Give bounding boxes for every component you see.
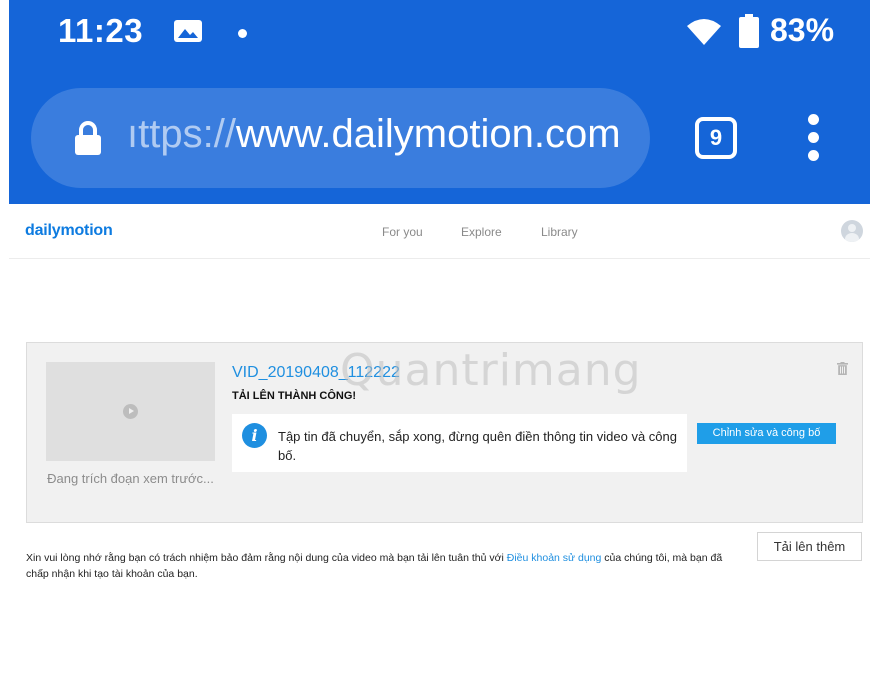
tab-switcher-button[interactable]: 9 (695, 117, 737, 159)
play-placeholder-icon (123, 404, 138, 419)
info-box: i Tập tin đã chuyển, sắp xong, đừng quên… (232, 414, 687, 472)
terms-of-use-link[interactable]: Điều khoản sử dụng (507, 552, 602, 564)
nav-for-you[interactable]: For you (382, 225, 423, 239)
overflow-menu-icon[interactable] (806, 114, 820, 162)
image-notification-icon (174, 20, 202, 42)
url-host: www.dailymotion.com (235, 112, 621, 156)
trash-icon[interactable] (837, 362, 848, 375)
address-bar[interactable]: ıttps://www.dailymotion.com (31, 88, 650, 188)
info-icon: i (242, 423, 267, 448)
status-time: 11:23 (58, 12, 144, 49)
edit-and-publish-button[interactable]: Chỉnh sửa và công bố (697, 423, 836, 444)
upload-status: TẢI LÊN THÀNH CÔNG! (232, 390, 357, 402)
url-scheme: ıttps:// (127, 112, 236, 156)
url-text[interactable]: ıttps://www.dailymotion.com (127, 112, 621, 157)
thumbnail-caption: Đang trích đoạn xem trước... (47, 471, 214, 486)
avatar[interactable] (841, 220, 863, 242)
browser-chrome: 11:23 83% ıttps://www.dailymotion.com 9 (9, 0, 870, 204)
watermark-logo: Quantrimang (340, 345, 642, 396)
web-page: dailymotion For you Explore Library Đang… (9, 204, 870, 679)
notification-dot-icon (238, 29, 247, 38)
lock-icon (75, 121, 101, 155)
status-bar: 11:23 83% (9, 0, 870, 70)
upload-more-button[interactable]: Tải lên thêm (757, 532, 862, 561)
battery-icon (739, 14, 759, 48)
nav-library[interactable]: Library (541, 225, 578, 239)
nav-explore[interactable]: Explore (461, 225, 502, 239)
info-message: Tập tin đã chuyển, sắp xong, đừng quên đ… (278, 429, 677, 463)
site-logo[interactable]: dailymotion (25, 222, 113, 240)
wifi-icon (687, 19, 721, 45)
disclaimer-before: Xin vui lòng nhớ rằng bạn có trách nhiệm… (26, 552, 507, 564)
battery-percentage: 83% (770, 12, 835, 48)
site-header: dailymotion For you Explore Library (9, 204, 870, 259)
disclaimer-text: Xin vui lòng nhớ rằng bạn có trách nhiệm… (26, 550, 746, 582)
video-thumbnail (46, 362, 215, 461)
